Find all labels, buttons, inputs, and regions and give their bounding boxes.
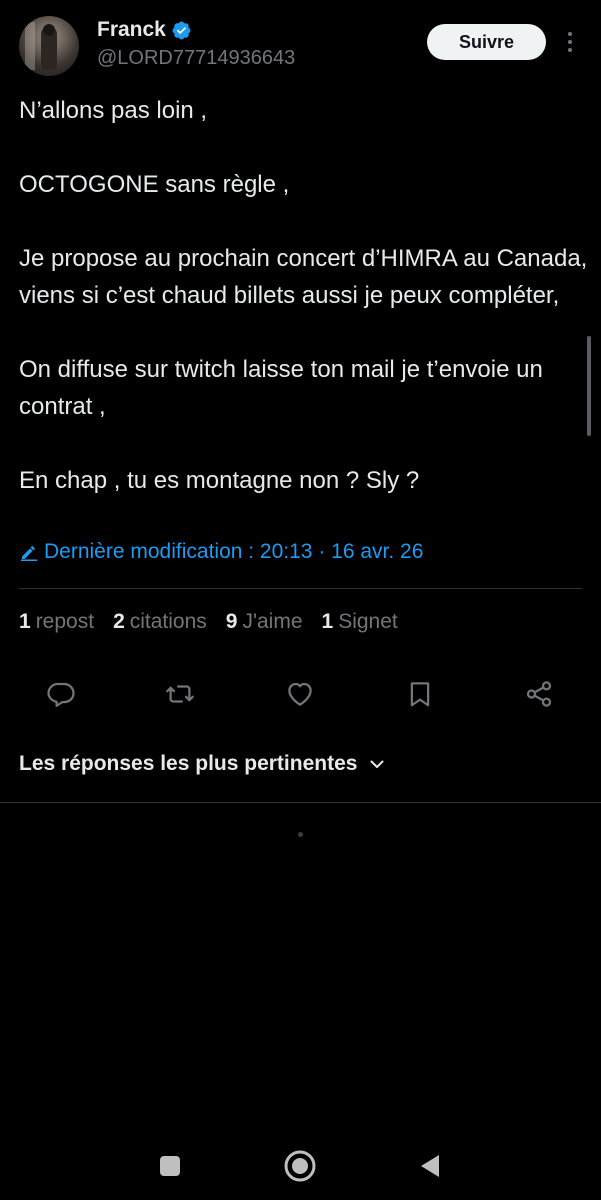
- more-options-icon[interactable]: [560, 28, 580, 56]
- avatar[interactable]: [19, 16, 79, 76]
- author-handle[interactable]: @LORD77714936643: [97, 47, 295, 70]
- follow-button[interactable]: Suivre: [427, 24, 546, 60]
- tweet-paragraph: On diffuse sur twitch laisse ton mail je…: [19, 356, 543, 420]
- stat-label: repost: [35, 610, 95, 633]
- back-icon: [421, 1155, 439, 1177]
- repost-button[interactable]: [164, 678, 196, 710]
- stat-label: J'aime: [242, 610, 303, 633]
- system-navigation-bar: [0, 1130, 601, 1200]
- recents-icon: [160, 1156, 180, 1176]
- stat-reposts[interactable]: 1 repost: [19, 610, 94, 634]
- stat-label: Signet: [338, 610, 398, 633]
- like-button[interactable]: [284, 678, 316, 710]
- divider: [19, 588, 582, 589]
- reply-button[interactable]: [45, 678, 77, 710]
- repost-icon: [166, 685, 194, 703]
- verified-badge-icon: [172, 21, 191, 39]
- home-button[interactable]: [282, 1148, 318, 1184]
- share-button[interactable]: [523, 678, 555, 710]
- edit-history-link[interactable]: Dernière modification : 20:13 · 16 avr. …: [19, 540, 423, 564]
- recents-button[interactable]: [152, 1148, 188, 1184]
- back-button[interactable]: [412, 1148, 448, 1184]
- stat-count: 1: [19, 610, 31, 633]
- stat-likes[interactable]: 9 J'aime: [226, 610, 303, 634]
- pencil-icon: [21, 546, 37, 561]
- tweet-header: Franck @LORD77714936643 Suivre: [0, 0, 601, 90]
- edited-timestamp[interactable]: Dernière modification : 20:13 · 16 avr. …: [44, 540, 423, 564]
- loading-indicator: [298, 832, 303, 837]
- scrollbar[interactable]: [587, 336, 591, 436]
- author-name-row[interactable]: Franck: [97, 18, 192, 42]
- tweet-paragraph: OCTOGONE sans règle ,: [19, 171, 290, 198]
- stat-count: 1: [321, 610, 334, 633]
- tweet-paragraph: En chap , tu es montagne non ? Sly ?: [19, 467, 420, 494]
- replies-sort-dropdown[interactable]: Les réponses les plus pertinentes: [19, 752, 387, 776]
- stat-count: 9: [225, 610, 238, 633]
- stat-count: 2: [113, 610, 125, 633]
- chevron-down-icon: [370, 760, 384, 768]
- tweet-text: N’allons pas loin , OCTOGONE sans règle …: [19, 92, 589, 536]
- stat-label: citations: [129, 610, 207, 633]
- avatar-photo-highlight: [25, 22, 35, 70]
- divider: [0, 802, 601, 803]
- avatar-photo-head: [43, 24, 55, 36]
- bookmark-button[interactable]: [404, 678, 436, 710]
- tweet-paragraph: N’allons pas loin ,: [19, 97, 208, 124]
- replies-sort-label: Les réponses les plus pertinentes: [19, 752, 358, 775]
- bookmark-icon: [410, 682, 430, 707]
- tweet-paragraph: Je propose au prochain concert d’HIMRA a…: [19, 245, 588, 309]
- like-icon: [288, 682, 312, 706]
- tweet-actions: [0, 672, 601, 716]
- stat-quotes[interactable]: 2 citations: [113, 610, 207, 634]
- share-icon: [526, 681, 552, 707]
- stat-bookmarks[interactable]: 1 Signet: [322, 610, 398, 634]
- author-name[interactable]: Franck: [97, 18, 166, 42]
- engagement-stats: 1 repost 2 citations 9 J'aime 1 Signet: [19, 610, 417, 634]
- reply-icon: [47, 682, 75, 707]
- home-icon: [284, 1150, 316, 1182]
